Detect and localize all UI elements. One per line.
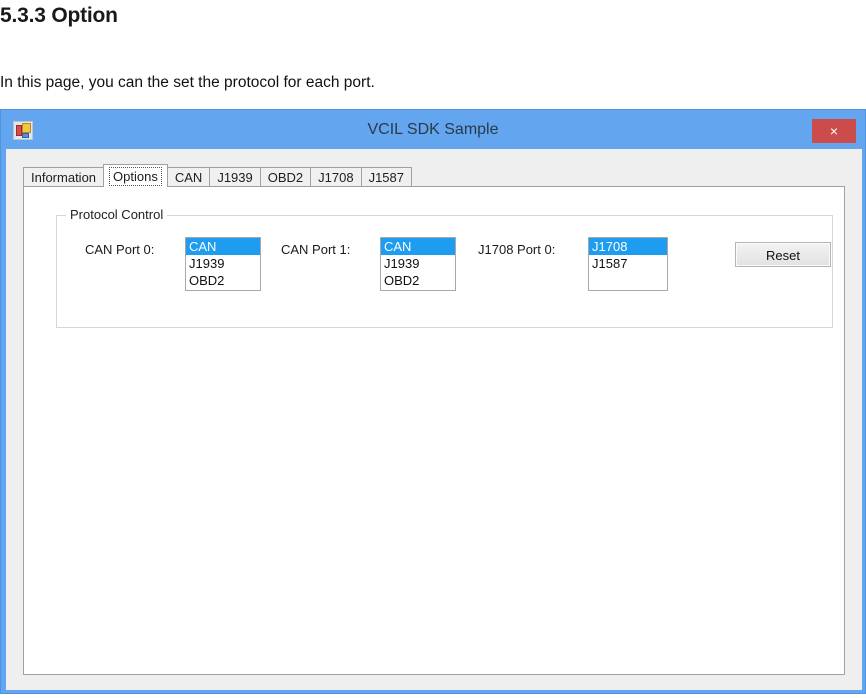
close-icon[interactable]: × [812,119,856,143]
tab-j1939[interactable]: J1939 [209,167,261,187]
listbox-option[interactable]: J1939 [381,255,455,272]
group-box-label: Protocol Control [66,207,168,222]
listbox-can-port-1[interactable]: CAN J1939 OBD2 [380,237,456,291]
tab-label: OBD2 [267,170,304,185]
listbox-option[interactable]: CAN [186,238,260,255]
tab-j1587[interactable]: J1587 [360,167,412,187]
label-can-port-0: CAN Port 0: [85,242,155,257]
tab-label: J1939 [217,170,253,185]
tab-label: J1708 [318,170,354,185]
listbox-can-port-0[interactable]: CAN J1939 OBD2 [185,237,261,291]
client-area: Information Options CAN J1939 OBD2 J1708 [6,149,862,690]
listbox-option[interactable]: J1708 [589,238,667,255]
tab-strip: Information Options CAN J1939 OBD2 J1708 [23,164,412,187]
listbox-option[interactable]: OBD2 [381,272,455,289]
tab-label: J1587 [368,170,404,185]
application-window: VCIL SDK Sample × Information Options CA… [0,109,866,694]
tab-can[interactable]: CAN [166,167,211,187]
tab-options[interactable]: Options [103,164,168,187]
label-j1708-port-0: J1708 Port 0: [478,242,556,257]
window-title: VCIL SDK Sample [367,121,499,138]
listbox-option[interactable]: CAN [381,238,455,255]
listbox-option[interactable]: J1939 [186,255,260,272]
tab-label: Information [31,170,97,185]
tab-j1708[interactable]: J1708 [310,167,362,187]
reset-button[interactable]: Reset [735,242,831,267]
tab-control: Information Options CAN J1939 OBD2 J1708 [23,164,845,675]
tab-page-options: Protocol Control CAN Port 0: CAN J1939 O… [23,186,845,675]
listbox-option[interactable]: OBD2 [186,272,260,289]
title-bar: VCIL SDK Sample × [1,110,865,149]
listbox-j1708-port-0[interactable]: J1708 J1587 [588,237,668,291]
page-title: 5.3.3 Option [0,4,118,27]
tab-information[interactable]: Information [23,167,105,187]
page-description: In this page, you can the set the protoc… [0,74,375,91]
listbox-option[interactable]: J1587 [589,255,667,272]
tab-label: CAN [174,170,203,185]
label-can-port-1: CAN Port 1: [281,242,351,257]
tab-obd2[interactable]: OBD2 [259,167,312,187]
group-protocol-control: Protocol Control CAN Port 0: CAN J1939 O… [56,207,833,328]
tab-label: Options [109,167,162,186]
